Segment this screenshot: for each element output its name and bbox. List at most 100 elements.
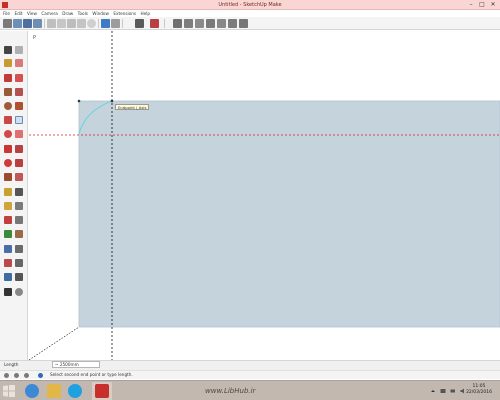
paint-bucket-icon[interactable] — [4, 59, 12, 67]
follow-me-icon[interactable] — [15, 159, 23, 167]
close-button[interactable]: ✕ — [488, 1, 498, 8]
credits-icon[interactable] — [14, 373, 19, 378]
section-plane-icon[interactable] — [15, 288, 23, 296]
eraser-icon[interactable] — [15, 59, 23, 67]
battery-icon[interactable] — [450, 388, 456, 394]
offset-icon[interactable] — [15, 173, 23, 181]
scissors-icon[interactable] — [47, 19, 56, 28]
line-icon[interactable] — [4, 74, 12, 82]
window-title: Untitled - SketchUp Make — [218, 2, 282, 8]
model-info-icon[interactable] — [150, 19, 159, 28]
save-icon[interactable] — [23, 19, 32, 28]
cancel-icon[interactable] — [87, 19, 96, 28]
toolbar-separator — [164, 19, 165, 28]
cursor-point-marker — [110, 99, 114, 103]
windows-taskbar: www.LibHub.ir 11:05 22/03/2016 — [0, 380, 500, 400]
protractor-icon[interactable] — [4, 202, 12, 210]
viewport-text: P — [33, 35, 36, 41]
polygon-icon[interactable] — [15, 102, 23, 110]
drawing-viewport[interactable]: P — [29, 31, 500, 360]
menu-camera[interactable]: Camera — [41, 10, 57, 17]
sketchup-window: Untitled - SketchUp Make – □ ✕ File Edit… — [0, 0, 500, 400]
bottom-view-icon[interactable] — [239, 19, 248, 28]
sketchup-taskbar-icon[interactable] — [95, 384, 109, 398]
iso-view-icon[interactable] — [173, 19, 182, 28]
network-icon[interactable] — [440, 388, 446, 394]
watermark-text: www.LibHub.ir — [205, 387, 256, 395]
measurement-label: Length — [4, 362, 19, 367]
pie-icon[interactable] — [4, 130, 12, 138]
skype-icon[interactable] — [68, 384, 82, 398]
push-pull-icon[interactable] — [15, 145, 23, 153]
menu-bar: File Edit View Camera Draw Tools Window … — [0, 10, 500, 17]
file-explorer-icon[interactable] — [47, 384, 61, 398]
internet-explorer-icon[interactable] — [25, 384, 39, 398]
clock[interactable]: 11:05 22/03/2016 — [466, 384, 492, 396]
tape-measure-icon[interactable] — [4, 188, 12, 196]
text-icon[interactable] — [15, 202, 23, 210]
maximize-button[interactable]: □ — [477, 1, 487, 8]
undo-icon[interactable] — [101, 19, 110, 28]
status-hint: Select second end point or type length. — [50, 372, 133, 377]
arc-icon[interactable] — [4, 116, 12, 124]
help-icon[interactable] — [38, 373, 43, 378]
menu-window[interactable]: Window — [92, 10, 109, 17]
menu-draw[interactable]: Draw — [62, 10, 73, 17]
previous-view-icon[interactable] — [15, 259, 23, 267]
back-view-icon[interactable] — [217, 19, 226, 28]
geo-location-icon[interactable] — [4, 373, 9, 378]
left-view-icon[interactable] — [228, 19, 237, 28]
walk-icon[interactable] — [4, 288, 12, 296]
print-icon[interactable] — [33, 19, 42, 28]
right-view-icon[interactable] — [206, 19, 215, 28]
clock-date: 22/03/2016 — [466, 390, 492, 395]
paste-icon[interactable] — [67, 19, 76, 28]
open-icon[interactable] — [13, 19, 22, 28]
freehand-icon[interactable] — [15, 74, 23, 82]
erase-icon[interactable] — [77, 19, 86, 28]
redo-icon[interactable] — [111, 19, 120, 28]
new-icon[interactable] — [3, 19, 12, 28]
windows-start-icon[interactable] — [3, 385, 15, 397]
measurement-input[interactable]: ~ 2500mm — [52, 361, 100, 368]
rectangle-icon[interactable] — [4, 88, 12, 96]
position-camera-icon[interactable] — [4, 273, 12, 281]
rotated-rectangle-icon[interactable] — [15, 88, 23, 96]
dimension-icon[interactable] — [15, 188, 23, 196]
two-point-arc-icon[interactable] — [15, 116, 23, 124]
top-view-icon[interactable] — [184, 19, 193, 28]
pan-icon[interactable] — [15, 230, 23, 238]
menu-edit[interactable]: Edit — [14, 10, 22, 17]
scale-icon[interactable] — [4, 173, 12, 181]
print-preview-icon[interactable] — [135, 19, 144, 28]
zoom-window-icon[interactable] — [15, 245, 23, 253]
circle-icon[interactable] — [4, 102, 12, 110]
user-icon[interactable] — [24, 373, 29, 378]
minimize-button[interactable]: – — [466, 1, 476, 8]
make-component-icon[interactable] — [15, 46, 23, 54]
copy-icon[interactable] — [57, 19, 66, 28]
look-around-icon[interactable] — [15, 273, 23, 281]
toolbar-separator — [44, 19, 45, 28]
menu-help[interactable]: Help — [141, 10, 151, 17]
start-point-marker — [77, 99, 81, 103]
zoom-icon[interactable] — [4, 245, 12, 253]
select-icon[interactable] — [4, 46, 12, 54]
green-axis — [29, 326, 80, 360]
three-point-arc-icon[interactable] — [15, 130, 23, 138]
3d-text-icon[interactable] — [15, 216, 23, 224]
move-icon[interactable] — [4, 145, 12, 153]
inference-tooltip: Endpoint | Axis — [115, 104, 150, 110]
scene-canvas[interactable]: P — [29, 31, 500, 360]
rotate-icon[interactable] — [4, 159, 12, 167]
axes-icon[interactable] — [4, 216, 12, 224]
menu-extensions[interactable]: Extensions — [113, 10, 136, 17]
front-view-icon[interactable] — [195, 19, 204, 28]
zoom-extents-icon[interactable] — [4, 259, 12, 267]
menu-view[interactable]: View — [27, 10, 37, 17]
toolbar-separator — [98, 19, 99, 28]
orbit-icon[interactable] — [4, 230, 12, 238]
tray-up-arrow-icon[interactable] — [430, 388, 436, 394]
menu-file[interactable]: File — [3, 10, 10, 17]
menu-tools[interactable]: Tools — [78, 10, 88, 17]
